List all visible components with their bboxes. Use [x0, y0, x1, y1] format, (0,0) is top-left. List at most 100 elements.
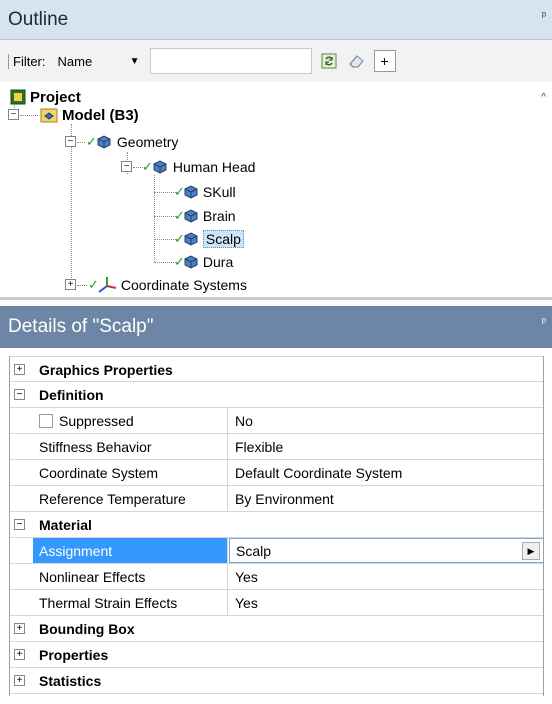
filter-search-input[interactable]: [149, 48, 312, 74]
property-value[interactable]: Default Coordinate System: [229, 460, 544, 485]
suppressed-checkbox[interactable]: [39, 413, 53, 428]
clear-filter-button[interactable]: [346, 50, 368, 72]
tree-connector: [77, 142, 85, 143]
project-icon: [10, 89, 26, 105]
tree-label-human-head: Human Head: [172, 159, 256, 175]
tree-connector: [154, 175, 155, 262]
body-icon: [184, 232, 198, 246]
property-row-stiffness[interactable]: Stiffness Behavior Flexible: [9, 434, 544, 460]
collapse-human-head-toggle[interactable]: −: [121, 161, 132, 172]
expand-icon[interactable]: +: [14, 364, 25, 375]
multibody-part-icon: [153, 160, 167, 174]
tree-item-scalp[interactable]: ✓ Scalp: [174, 228, 244, 250]
refresh-icon: [321, 53, 336, 69]
geometry-icon: [97, 135, 111, 149]
dropdown-arrow-icon: ▼: [129, 55, 140, 67]
group-label: Bounding Box: [39, 620, 135, 637]
property-row-suppressed[interactable]: Suppressed No: [9, 408, 544, 434]
details-title-text: Details of "Scalp": [8, 316, 154, 337]
property-value[interactable]: Yes: [229, 564, 544, 589]
expand-all-button[interactable]: +: [373, 50, 396, 72]
filter-type-dropdown[interactable]: Name ▼: [51, 48, 148, 74]
property-value[interactable]: Yes: [229, 590, 544, 615]
tree-connector: [20, 115, 38, 116]
property-row-assignment[interactable]: Assignment Scalp ▶: [9, 538, 544, 564]
property-row-thermal-strain[interactable]: Thermal Strain Effects Yes: [9, 590, 544, 616]
property-value[interactable]: No: [229, 408, 544, 433]
group-label: Material: [39, 516, 92, 533]
collapse-geometry-toggle[interactable]: −: [65, 136, 76, 147]
filter-toolbar: Filter: Name ▼ +: [0, 40, 552, 82]
property-label: Stiffness Behavior: [33, 434, 228, 459]
property-label: Nonlinear Effects: [33, 564, 228, 589]
group-definition[interactable]: − Definition: [9, 382, 544, 408]
property-label: Reference Temperature: [33, 486, 228, 511]
tree-item-human-head[interactable]: ✓ Human Head: [142, 156, 255, 178]
tree-label-scalp: Scalp: [202, 230, 244, 248]
property-label: Thermal Strain Effects: [33, 590, 228, 615]
pin-icon[interactable]: ᵖ: [542, 10, 546, 22]
tree-item-brain[interactable]: ✓ Brain: [174, 205, 236, 227]
tree-item-model[interactable]: Model (B3): [40, 104, 139, 126]
property-row-reference-temperature[interactable]: Reference Temperature By Environment: [9, 486, 544, 512]
tree-label-dura: Dura: [202, 254, 234, 270]
tree-item-coordinate-systems[interactable]: ✓ Coordinate Systems: [88, 274, 247, 296]
group-material[interactable]: − Material: [9, 512, 544, 538]
expand-coordinate-systems-toggle[interactable]: +: [65, 279, 76, 290]
dropdown-arrow-icon[interactable]: ▶: [522, 542, 540, 560]
group-label: Statistics: [39, 672, 102, 689]
tree-connector: [71, 124, 72, 284]
property-label: Assignment: [33, 538, 228, 563]
coordinate-axes-icon: [98, 277, 117, 293]
property-row-nonlinear-effects[interactable]: Nonlinear Effects Yes: [9, 564, 544, 590]
suppressed-label: Suppressed: [59, 412, 134, 429]
tree-label-model: Model (B3): [62, 106, 139, 124]
group-label: Properties: [39, 646, 109, 663]
expand-icon[interactable]: +: [14, 623, 25, 634]
body-icon: [184, 255, 198, 269]
pin-icon[interactable]: ᵖ: [542, 316, 546, 328]
group-bounding-box[interactable]: + Bounding Box: [9, 616, 544, 642]
tree-item-dura[interactable]: ✓ Dura: [174, 251, 233, 273]
group-statistics[interactable]: + Statistics: [9, 668, 544, 694]
body-icon: [184, 209, 198, 223]
tree-label-geometry: Geometry: [116, 134, 179, 150]
refresh-filter-button[interactable]: [318, 50, 340, 72]
eraser-icon: [348, 55, 364, 68]
tree-connector: [154, 239, 176, 240]
details-grid: + Graphics Properties − Definition Suppr…: [9, 356, 544, 694]
tree-item-geometry[interactable]: ✓ Geometry: [86, 131, 178, 153]
tree-label-skull: SKull: [202, 184, 236, 200]
scroll-up-arrow-icon[interactable]: ^: [541, 92, 546, 103]
collapse-icon[interactable]: −: [14, 519, 25, 530]
filter-label: Filter:: [8, 53, 46, 69]
collapse-model-toggle[interactable]: −: [8, 109, 19, 120]
collapse-icon[interactable]: −: [14, 389, 25, 400]
group-graphics-properties[interactable]: + Graphics Properties: [9, 356, 544, 382]
tree-connector: [77, 285, 87, 286]
property-label: Coordinate System: [33, 460, 228, 485]
expand-icon[interactable]: +: [14, 649, 25, 660]
property-value[interactable]: Flexible: [229, 434, 544, 459]
material-assignment-dropdown[interactable]: Scalp ▶: [229, 538, 544, 563]
plus-icon: +: [380, 53, 389, 69]
tree-connector: [154, 192, 176, 193]
material-assignment-value: Scalp: [236, 542, 272, 559]
group-properties[interactable]: + Properties: [9, 642, 544, 668]
outline-tree: ^ Project − Model (B3) − ✓ Geometry − ✓ …: [0, 82, 552, 300]
filter-type-value: Name: [57, 53, 93, 69]
property-value[interactable]: By Environment: [229, 486, 544, 511]
body-icon: [184, 185, 198, 199]
tree-label-project: Project: [30, 88, 81, 106]
tree-connector: [154, 262, 176, 263]
outline-panel-title: Outline ᵖ: [0, 0, 552, 40]
property-row-coordinate-system[interactable]: Coordinate System Default Coordinate Sys…: [9, 460, 544, 486]
group-label: Graphics Properties: [39, 361, 173, 378]
tree-label-brain: Brain: [202, 208, 236, 224]
tree-item-skull[interactable]: ✓ SKull: [174, 181, 236, 203]
expand-icon[interactable]: +: [14, 675, 25, 686]
tree-label-coordinate-systems: Coordinate Systems: [120, 277, 247, 293]
model-icon: [40, 108, 58, 123]
details-panel-title: Details of "Scalp" ᵖ: [0, 306, 552, 348]
outline-title-text: Outline: [8, 8, 69, 30]
